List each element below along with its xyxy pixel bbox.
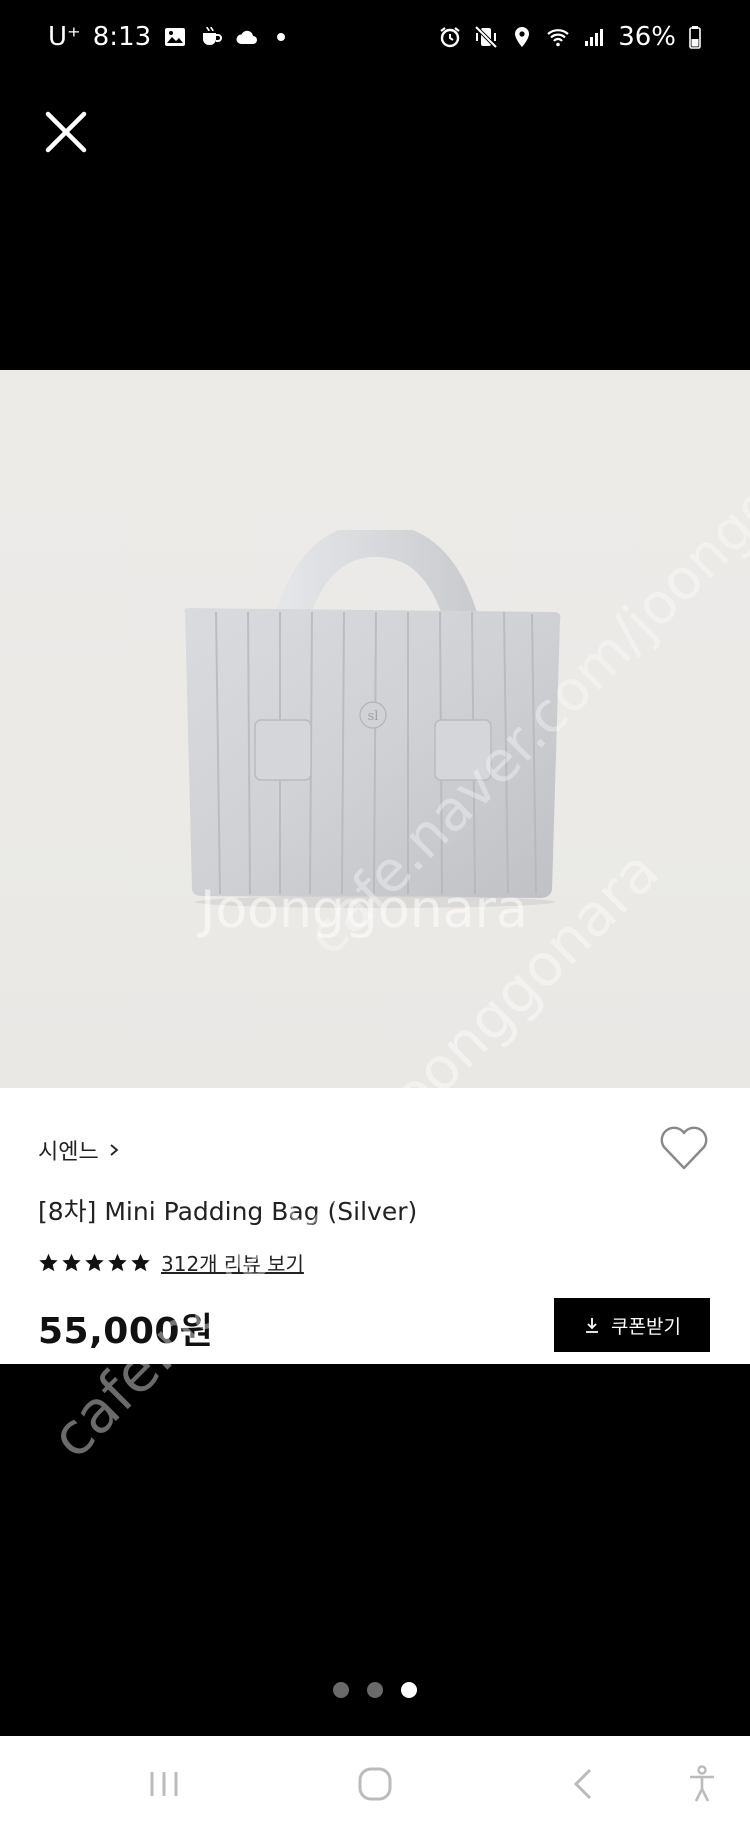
star-icon (62, 1253, 81, 1272)
alarm-icon (440, 27, 460, 48)
wifi-icon (547, 29, 569, 47)
carousel-dot[interactable] (367, 1682, 383, 1698)
wishlist-button[interactable] (658, 1124, 710, 1172)
cup-icon (203, 26, 223, 45)
product-info-panel: 시엔느 [8차] Mini Padding Bag (Silver) 312개 … (0, 1088, 750, 1364)
close-button[interactable] (42, 108, 90, 156)
accessibility-icon (690, 1765, 714, 1802)
brand-link[interactable]: 시엔느 (38, 1134, 121, 1166)
navigation-bar (0, 1736, 750, 1834)
home-button[interactable] (351, 1764, 399, 1804)
status-bar-left: U⁺ 8:13 (48, 22, 286, 52)
location-icon (515, 27, 530, 47)
rating-row: 312개 리뷰 보기 (38, 1248, 304, 1277)
carousel-dot[interactable] (333, 1682, 349, 1698)
product-image[interactable]: sl (0, 370, 750, 1088)
back-icon (573, 1768, 592, 1800)
carousel-indicator (0, 1682, 750, 1698)
chevron-right-icon (110, 1144, 119, 1156)
star-icon (85, 1253, 104, 1272)
close-icon (45, 111, 87, 153)
home-icon (358, 1767, 392, 1801)
star-rating (38, 1252, 151, 1273)
clock: 8:13 (92, 22, 152, 52)
cloud-icon (236, 30, 258, 44)
bag-illustration: sl (184, 530, 561, 908)
product-title: [8차] Mini Padding Bag (Silver) (38, 1197, 418, 1226)
vibrate-mute-icon (474, 25, 498, 49)
review-link[interactable]: 312개 리뷰 보기 (161, 1248, 304, 1277)
star-icon (39, 1253, 58, 1272)
heart-icon (660, 1126, 708, 1170)
coupon-label: 쿠폰받기 (611, 1315, 681, 1338)
recents-button[interactable] (140, 1764, 188, 1804)
bag-logo: sl (368, 709, 379, 724)
download-icon (586, 1318, 599, 1333)
notification-dot (277, 33, 286, 41)
accessibility-button[interactable] (678, 1764, 726, 1804)
brand-name: 시엔느 (38, 1140, 99, 1165)
status-bar-right: 36% (438, 22, 702, 52)
battery-percent: 36% (618, 22, 676, 52)
status-bar: U⁺ 8:13 36% (0, 0, 750, 80)
price: 55,000원 (38, 1311, 214, 1352)
star-icon (108, 1253, 127, 1272)
recents-icon (150, 1772, 178, 1796)
gallery-icon (165, 28, 186, 46)
coupon-button[interactable]: 쿠폰받기 (554, 1298, 710, 1352)
carousel-dot-active[interactable] (401, 1682, 417, 1698)
star-icon (131, 1253, 150, 1272)
back-button[interactable] (560, 1764, 608, 1804)
battery-icon (689, 26, 701, 49)
carrier-label: U⁺ (48, 22, 81, 52)
signal-icon (585, 29, 604, 46)
